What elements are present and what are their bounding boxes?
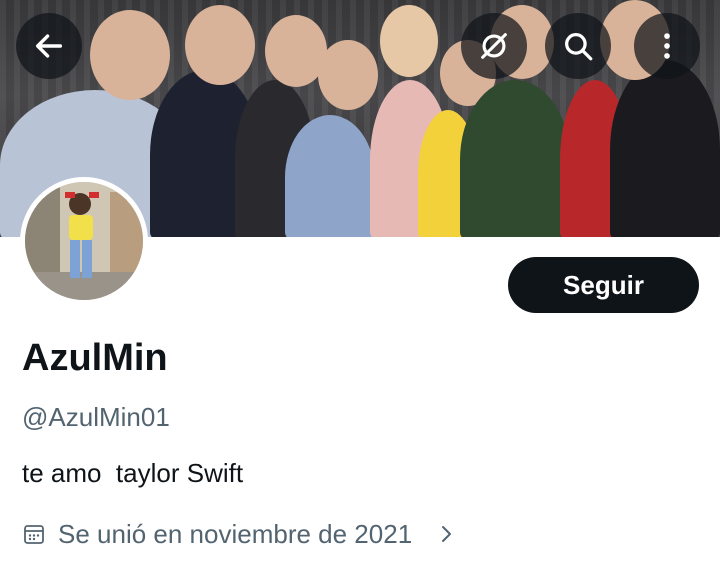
arrow-left-icon [35, 34, 63, 58]
profile-bio: te amo taylor Swift [22, 458, 244, 488]
chevron-right-icon [442, 526, 452, 542]
banner-figure [610, 60, 720, 237]
display-name: AzulMin [22, 337, 168, 379]
join-date-text: Se unió en noviembre de 2021 [58, 518, 413, 549]
banner-figure-head [90, 10, 170, 100]
back-button[interactable] [16, 13, 82, 79]
profile-avatar[interactable] [20, 177, 148, 305]
banner-figure [285, 115, 375, 237]
banner-figure [460, 80, 570, 237]
calendar-icon [24, 525, 44, 544]
join-date-row[interactable]: Se unió en noviembre de 2021 [22, 516, 458, 552]
banner-figure-head [185, 5, 255, 85]
banner-figure-head [318, 40, 378, 110]
follow-button-label: Seguir [563, 269, 644, 300]
follow-button[interactable]: Seguir [508, 257, 699, 313]
sync-off-icon [481, 33, 507, 59]
sync-off-button[interactable] [461, 13, 527, 79]
user-handle: @AzulMin01 [22, 402, 170, 432]
more-vertical-icon [664, 33, 670, 59]
more-options-button[interactable] [634, 13, 700, 79]
search-button[interactable] [545, 13, 611, 79]
search-icon [565, 33, 593, 61]
avatar-image [25, 182, 143, 300]
banner-figure-head [380, 5, 438, 77]
